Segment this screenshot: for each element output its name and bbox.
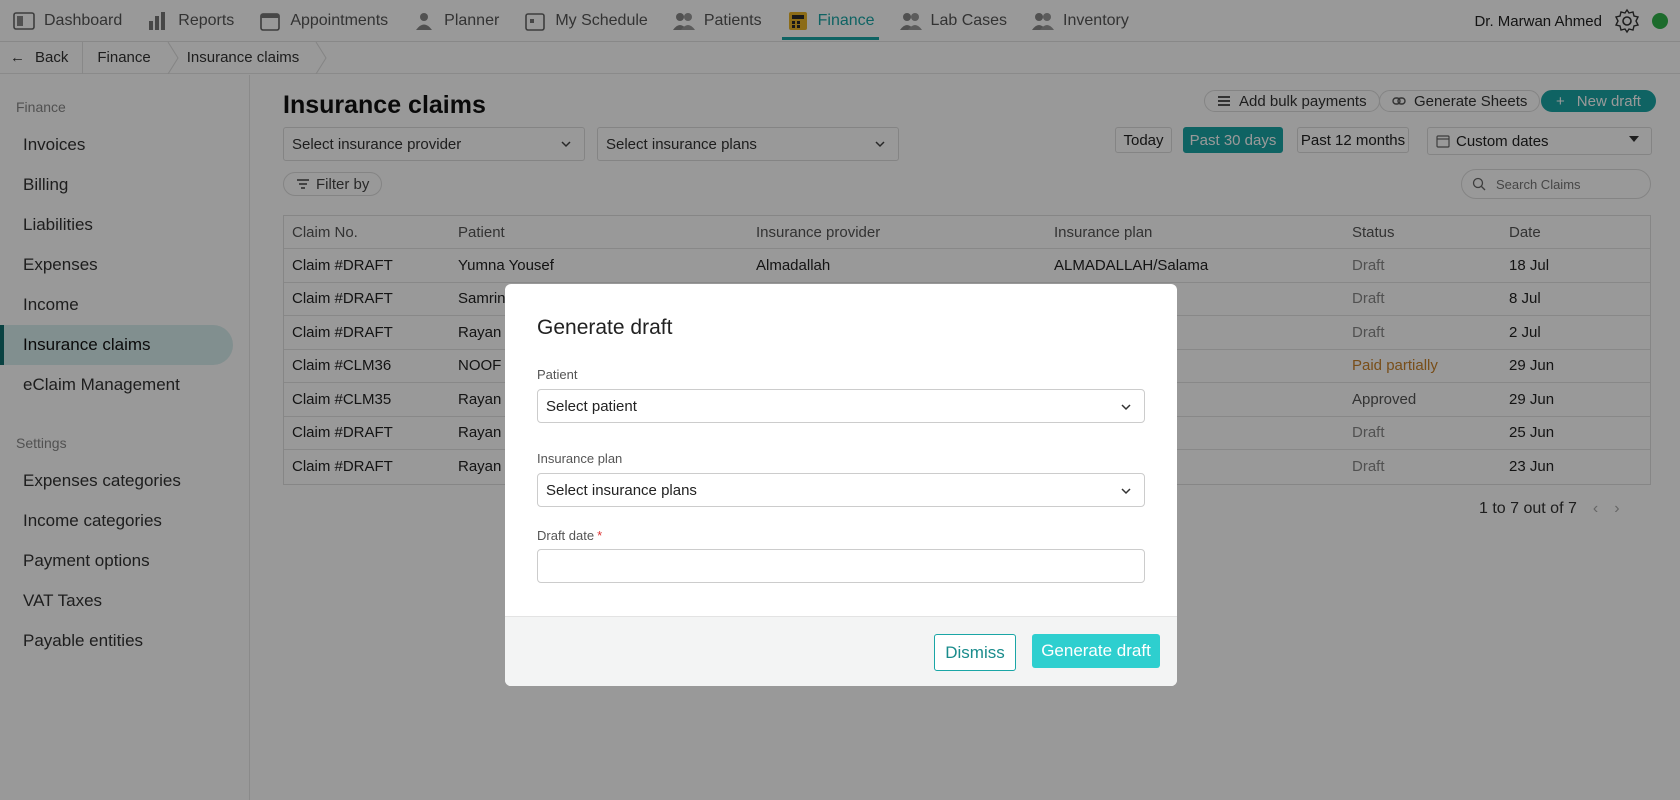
dialog-title: Generate draft <box>537 316 673 339</box>
chevron-down-icon <box>1121 488 1131 495</box>
generate-draft-button[interactable]: Generate draft <box>1032 634 1160 668</box>
dismiss-button[interactable]: Dismiss <box>934 634 1016 671</box>
generate-draft-dialog: Generate draft Patient Select patient In… <box>505 284 1177 686</box>
insurance-plan-label: Insurance plan <box>537 451 623 466</box>
draft-date-label-text: Draft date <box>537 528 595 543</box>
draft-date-label: Draft date * <box>537 528 602 543</box>
draft-date-input[interactable] <box>537 549 1145 583</box>
patient-select-value: Select patient <box>546 397 637 415</box>
chevron-down-icon <box>1121 404 1131 411</box>
insurance-plan-select[interactable]: Select insurance plans <box>537 473 1145 507</box>
insurance-plan-select-value: Select insurance plans <box>546 481 697 499</box>
patient-label: Patient <box>537 367 578 382</box>
required-marker: * <box>597 528 603 543</box>
dialog-footer: Dismiss Generate draft <box>505 616 1177 686</box>
patient-select[interactable]: Select patient <box>537 389 1145 423</box>
